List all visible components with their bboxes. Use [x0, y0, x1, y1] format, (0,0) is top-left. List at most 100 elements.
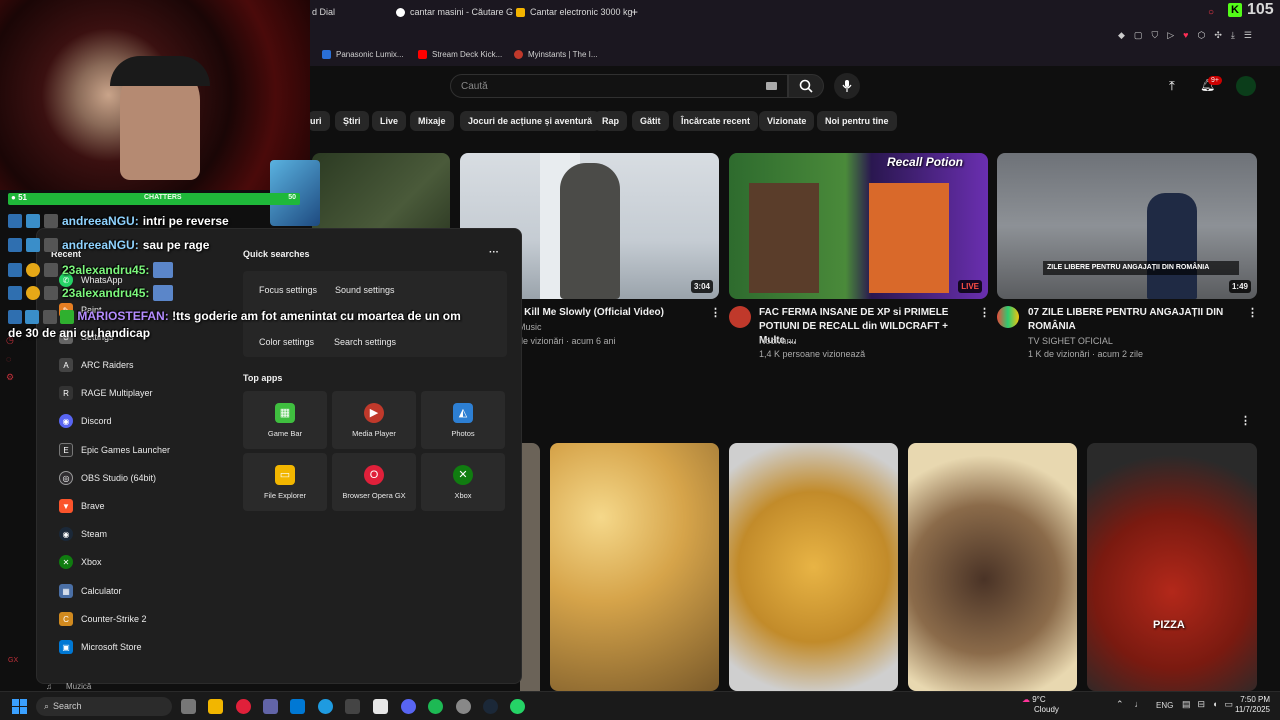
language-indicator[interactable]: ENG	[1156, 701, 1173, 710]
clock[interactable]: 7:50 PM 11/7/2025	[1232, 695, 1270, 715]
top-app-xbox[interactable]: ✕ Xbox	[421, 453, 505, 511]
network-icon[interactable]: ⊟	[1198, 699, 1206, 710]
store-icon[interactable]	[373, 699, 388, 714]
top-app-media-player[interactable]: ▶ Media Player	[332, 391, 416, 449]
chip-gatit[interactable]: Gătit	[632, 111, 669, 131]
bookmark-panasonic[interactable]: Panasonic Lumix...	[322, 50, 404, 59]
windows-start-icon[interactable]	[12, 699, 27, 714]
video-thumbnail[interactable]: Recall Potion LIVE	[729, 153, 988, 299]
video-title[interactable]: 07 ZILE LIBERE PENTRU ANGAJAȚII DIN ROMÂ…	[1028, 306, 1238, 334]
app-xbox[interactable]: ✕ Xbox	[59, 552, 102, 572]
bookmark-stream-deck[interactable]: Stream Deck Kick...	[418, 50, 502, 59]
whatsapp-icon[interactable]	[510, 699, 525, 714]
spotify-icon[interactable]	[428, 699, 443, 714]
edge-icon[interactable]	[318, 699, 333, 714]
app-counter-strike-2[interactable]: C Counter-Strike 2	[59, 609, 147, 629]
more-icon[interactable]: ⋮	[710, 306, 721, 319]
chip-noi-pentru-tine[interactable]: Noi pentru tine	[817, 111, 897, 131]
channel-name[interactable]: TV SIGHET OFICIAL	[1028, 335, 1113, 348]
tab-google-search[interactable]: cantar masini - Căutare G	[396, 4, 513, 20]
tab-cantar[interactable]: Cantar electronic 3000 kg	[516, 4, 633, 20]
top-app-game-bar[interactable]: ▦ Game Bar	[243, 391, 327, 449]
shield-icon[interactable]: ⛉	[1151, 30, 1158, 41]
cube-icon[interactable]: ⬡	[1197, 30, 1205, 41]
extensions-icon[interactable]: ✣	[1214, 30, 1222, 41]
app-obs-studio[interactable]: ◎ OBS Studio (64bit)	[59, 468, 156, 488]
chevron-up-icon[interactable]: ⌃	[1116, 699, 1124, 710]
gx-icon[interactable]: GX	[8, 657, 18, 664]
task-view-icon[interactable]	[181, 699, 196, 714]
upload-icon[interactable]: ⤒	[1169, 78, 1175, 94]
chip-uri[interactable]: uri	[308, 111, 330, 131]
top-app-photos[interactable]: ◭ Photos	[421, 391, 505, 449]
more-options-icon[interactable]: ···	[489, 247, 499, 258]
search-button[interactable]	[788, 74, 824, 98]
weather-widget[interactable]: ☁ 9°C Cloudy	[1022, 695, 1059, 715]
shorts-thumbnail[interactable]	[729, 443, 898, 691]
search-input[interactable]: Caută	[450, 74, 788, 98]
shorts-thumbnail[interactable]	[520, 443, 540, 691]
app-calculator[interactable]: ▦ Calculator	[59, 581, 122, 601]
file-explorer-icon[interactable]	[208, 699, 223, 714]
more-icon[interactable]: ⋮	[979, 306, 990, 319]
app-epic-games[interactable]: E Epic Games Launcher	[59, 440, 170, 460]
start-menu-bottom-item[interactable]: ♫ Muzică	[46, 682, 91, 691]
taskbar-search-input[interactable]: ⌕ Search	[36, 697, 172, 716]
chip-incarcate-recent[interactable]: Încărcate recent	[673, 111, 759, 131]
crop-icon[interactable]: ▢	[1134, 30, 1143, 41]
steam-icon[interactable]	[483, 699, 498, 714]
epic-icon[interactable]	[345, 699, 360, 714]
chat-icon[interactable]: ◌	[6, 354, 14, 364]
mic-icon[interactable]: ♩	[1135, 699, 1144, 710]
app-rage-multiplayer[interactable]: R RAGE Multiplayer	[59, 383, 153, 403]
heart-icon[interactable]: ♥	[1183, 30, 1188, 41]
app-discord[interactable]: ◉ Discord	[59, 411, 112, 431]
chip-stiri[interactable]: Știri	[335, 111, 369, 131]
channel-name[interactable]: Nocivanu	[759, 335, 797, 348]
focus-settings-button[interactable]: Focus settings	[259, 280, 317, 302]
chip-vizionate[interactable]: Vizionate	[759, 111, 815, 131]
volume-icon[interactable]: ◖	[1212, 699, 1217, 710]
download-icon[interactable]: ⤓	[1231, 30, 1235, 41]
obs-icon[interactable]	[456, 699, 471, 714]
keyboard-icon[interactable]: ▤	[1182, 699, 1191, 710]
chip-jocuri[interactable]: Jocuri de acțiune și aventură	[460, 111, 601, 131]
outlook-icon[interactable]	[290, 699, 305, 714]
discord-icon[interactable]	[401, 699, 416, 714]
channel-avatar[interactable]	[729, 306, 751, 328]
store-icon: ▣	[59, 640, 73, 654]
app-steam[interactable]: ◉ Steam	[59, 524, 107, 544]
play-icon[interactable]: ▷	[1167, 30, 1174, 41]
keyboard-icon[interactable]	[766, 82, 777, 90]
badge-icon	[42, 309, 57, 324]
top-app-file-explorer[interactable]: ▭ File Explorer	[243, 453, 327, 511]
new-tab-button[interactable]: +	[631, 4, 638, 20]
menu-icon[interactable]: ☰	[1244, 30, 1252, 41]
search-icon[interactable]: ○	[1208, 4, 1214, 20]
app-brave[interactable]: ▼ Brave	[59, 496, 105, 516]
shorts-thumbnail[interactable]	[550, 443, 719, 691]
tab-speed-dial[interactable]: d Dial	[312, 4, 335, 20]
bookmark-myinstants[interactable]: Myinstants | The I...	[514, 50, 598, 59]
shorts-more-icon[interactable]: ⋮	[1240, 414, 1251, 427]
video-title[interactable]: - Kill Me Slowly (Official Video)	[518, 306, 708, 320]
shorts-thumbnail[interactable]	[908, 443, 1077, 691]
chip-mixaje[interactable]: Mixaje	[410, 111, 454, 131]
bookmark-label: Stream Deck Kick...	[432, 50, 503, 59]
video-thumbnail[interactable]: ZILE LIBERE PENTRU ANGAJAȚII DIN ROMÂNIA…	[997, 153, 1257, 299]
settings-icon[interactable]: ⚙	[6, 372, 14, 383]
voice-search-button[interactable]	[834, 73, 860, 99]
teams-icon[interactable]	[263, 699, 278, 714]
avatar[interactable]	[1236, 76, 1256, 96]
opera-gx-icon[interactable]	[236, 699, 251, 714]
pin-icon[interactable]: ◆	[1118, 30, 1125, 41]
more-icon[interactable]: ⋮	[1247, 306, 1258, 319]
shorts-thumbnail[interactable]: PIZZA	[1087, 443, 1257, 691]
app-microsoft-store[interactable]: ▣ Microsoft Store	[59, 637, 142, 657]
chip-live[interactable]: Live	[372, 111, 407, 131]
app-arc-raiders[interactable]: A ARC Raiders	[59, 355, 134, 375]
channel-avatar[interactable]	[997, 306, 1019, 328]
chip-rap[interactable]: Rap	[594, 111, 628, 131]
sound-settings-button[interactable]: Sound settings	[335, 280, 395, 302]
top-app-opera-gx[interactable]: O Browser Opera GX	[332, 453, 416, 511]
